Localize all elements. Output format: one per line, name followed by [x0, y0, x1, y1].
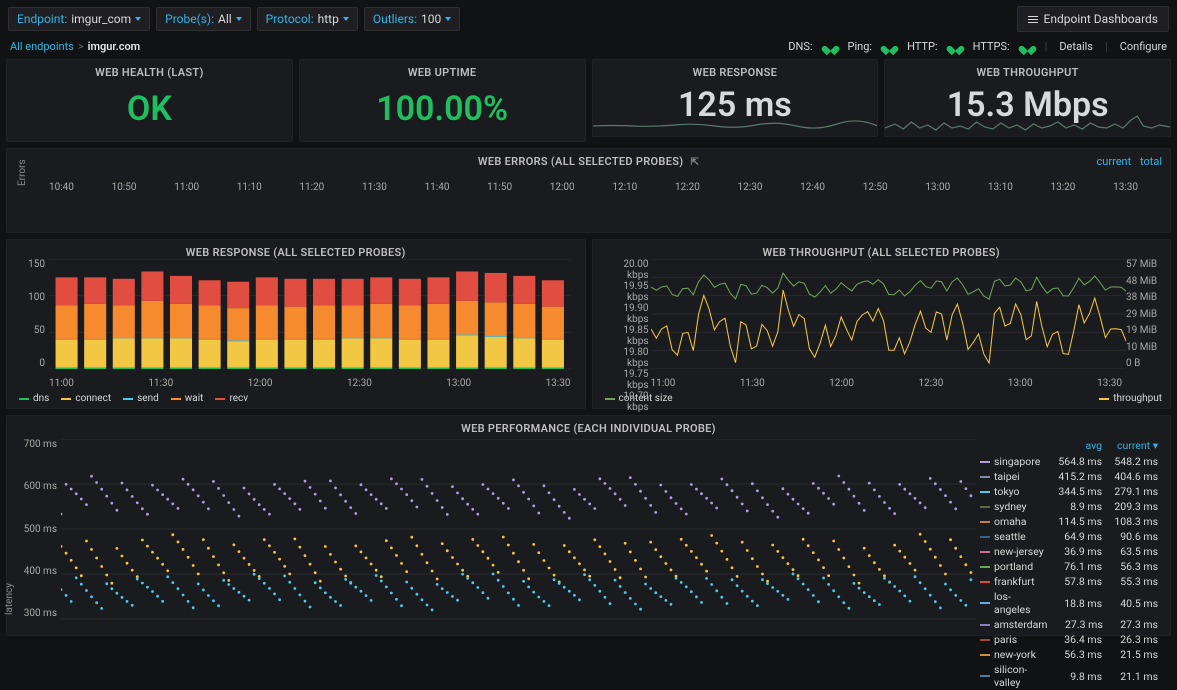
panel-web-response-chart[interactable]: WEB RESPONSE (ALL SELECTED PROBES) 15010… [6, 239, 586, 409]
filter-bar: Endpoint: imgur_com Probe(s): All Protoc… [0, 0, 1177, 38]
filter-outliers-label: Outliers: [373, 12, 417, 26]
thr-legend: content size throughput [601, 389, 1163, 404]
health-ping-label: Ping: [848, 40, 873, 53]
thr-yaxis-left: 20.00 kbps19.95 kbps19.90 kbps19.85 kbps… [601, 259, 649, 369]
health-dns-label: DNS: [788, 40, 812, 53]
panel-web-errors[interactable]: WEB ERRORS (ALL SELECTED PROBES) ⇱ curre… [6, 148, 1171, 233]
heart-icon [950, 42, 961, 52]
external-link-icon: ⇱ [690, 157, 699, 168]
filter-probes-label: Probe(s): [165, 12, 214, 26]
filter-protocol-value: http [318, 12, 339, 26]
heart-icon [825, 42, 836, 52]
panel-web-response[interactable]: WEB RESPONSE 125 ms [592, 59, 879, 137]
filter-outliers-value: 100 [421, 12, 441, 26]
filter-endpoint-value: imgur_com [71, 12, 131, 26]
panel-title: WEB RESPONSE [593, 60, 878, 81]
resp-legend: dnsconnectsendwaitrecv [15, 389, 577, 404]
perf-row[interactable]: tokyo344.5 ms279.1 ms [976, 484, 1162, 499]
health-https-label: HTTPS: [973, 40, 1010, 53]
filter-probes[interactable]: Probe(s): All [156, 7, 251, 31]
panel-web-uptime[interactable]: WEB UPTIME 100.00% [299, 59, 586, 142]
chevron-down-icon [343, 17, 349, 21]
filter-protocol-label: Protocol: [266, 12, 314, 26]
perf-row[interactable]: singapore564.8 ms548.2 ms [976, 454, 1162, 469]
errors-current-link[interactable]: current [1097, 155, 1132, 168]
thr-legend-right: throughput [1113, 393, 1162, 404]
breadcrumb-sep: > [78, 40, 84, 53]
heart-icon [1022, 42, 1033, 52]
details-link[interactable]: Details [1059, 40, 1093, 53]
thr-lines [651, 259, 1127, 369]
perf-row[interactable]: paris36.4 ms26.3 ms [976, 632, 1162, 647]
chevron-down-icon [236, 17, 242, 21]
breadcrumb-parent[interactable]: All endpoints [10, 40, 74, 53]
perf-header-avg[interactable]: avg [1046, 439, 1102, 452]
section-title-text: WEB ERRORS (ALL SELECTED PROBES) [478, 155, 684, 168]
errors-total-link[interactable]: total [1140, 155, 1162, 168]
perf-table: avg current ▾ singapore564.8 ms548.2 mst… [976, 439, 1162, 631]
perf-row[interactable]: new-york56.3 ms21.5 ms [976, 647, 1162, 662]
perf-row[interactable]: portland76.1 ms56.3 ms [976, 559, 1162, 574]
panel-title: WEB HEALTH (LAST) [7, 60, 292, 81]
perf-row[interactable]: amsterdam27.3 ms27.3 ms [976, 617, 1162, 632]
panel-title: WEB UPTIME [300, 60, 585, 81]
heart-icon [884, 42, 895, 52]
perf-row[interactable]: los-angeles18.8 ms40.5 ms [976, 589, 1162, 617]
filter-endpoint[interactable]: Endpoint: imgur_com [8, 7, 150, 31]
resp-xaxis: 11:0011:3012:0012:3013:0013:30 [49, 378, 571, 389]
errors-toggle: current total [1091, 155, 1162, 168]
perf-row[interactable]: sydney8.9 ms209.3 ms [976, 499, 1162, 514]
summary-row: WEB HEALTH (LAST) OK WEB UPTIME 100.00% … [0, 59, 1177, 148]
endpoint-dashboards-label: Endpoint Dashboards [1044, 12, 1158, 26]
chevron-down-icon [445, 17, 451, 21]
section-title-text: WEB PERFORMANCE (EACH INDIVIDUAL PROBE) [15, 422, 1162, 435]
filter-protocol[interactable]: Protocol: http [257, 7, 358, 31]
perf-row[interactable]: seattle64.9 ms90.6 ms [976, 529, 1162, 544]
filter-outliers[interactable]: Outliers: 100 [364, 7, 460, 31]
sort-desc-icon: ▾ [1153, 439, 1158, 452]
perf-header-current[interactable]: current [1117, 439, 1150, 452]
health-http-label: HTTP: [907, 40, 938, 53]
perf-row[interactable]: taipei415.2 ms404.6 ms [976, 469, 1162, 484]
perf-scatter [61, 439, 976, 629]
filter-probes-value: All [218, 12, 232, 26]
section-title-text: WEB THROUGHPUT (ALL SELECTED PROBES) [601, 246, 1163, 259]
perf-row[interactable]: omaha114.5 ms108.3 ms [976, 514, 1162, 529]
thr-xaxis: 11:0011:3012:0012:3013:0013:30 [651, 378, 1123, 389]
panel-value: 100.00% [300, 81, 585, 141]
breadcrumb-row: All endpoints > imgur.com DNS: Ping: HTT… [0, 38, 1177, 59]
perf-row[interactable]: frankfurt57.8 ms55.3 ms [976, 574, 1162, 589]
perf-row[interactable]: new-jersey36.9 ms63.5 ms [976, 544, 1162, 559]
errors-xaxis: 10:4010:5011:0011:1011:2011:3011:4011:50… [15, 168, 1162, 193]
endpoint-dashboards-button[interactable]: Endpoint Dashboards [1017, 6, 1169, 32]
section-title-text: WEB RESPONSE (ALL SELECTED PROBES) [15, 246, 577, 259]
filter-endpoint-label: Endpoint: [17, 12, 67, 26]
panel-value: OK [7, 81, 292, 141]
sparkline [593, 112, 878, 136]
perf-scatter-area: 700 ms600 ms500 ms400 ms300 ms latency [15, 439, 976, 631]
resp-bars [49, 259, 571, 369]
configure-link[interactable]: Configure [1120, 40, 1167, 53]
panel-web-throughput[interactable]: WEB THROUGHPUT 15.3 Mbps [884, 59, 1171, 137]
perf-row[interactable]: silicon-valley9.8 ms21.1 ms [976, 662, 1162, 690]
panel-web-health[interactable]: WEB HEALTH (LAST) OK [6, 59, 293, 142]
panel-web-throughput-chart[interactable]: WEB THROUGHPUT (ALL SELECTED PROBES) 20.… [592, 239, 1172, 409]
thr-yaxis-right: 57 MiB48 MiB38 MiB29 MiB19 MiB10 MiB0 B [1126, 259, 1162, 369]
sparkline [885, 112, 1170, 136]
panel-title: WEB THROUGHPUT [885, 60, 1170, 81]
perf-ylabel: latency [4, 583, 15, 615]
panel-web-performance[interactable]: WEB PERFORMANCE (EACH INDIVIDUAL PROBE) … [6, 415, 1171, 636]
menu-icon [1028, 16, 1038, 23]
errors-ylabel: Errors [17, 159, 28, 186]
perf-yaxis: 700 ms600 ms500 ms400 ms300 ms [17, 439, 57, 619]
resp-yaxis: 150100500 [15, 259, 45, 369]
chevron-down-icon [135, 17, 141, 21]
breadcrumb-current: imgur.com [88, 40, 141, 53]
